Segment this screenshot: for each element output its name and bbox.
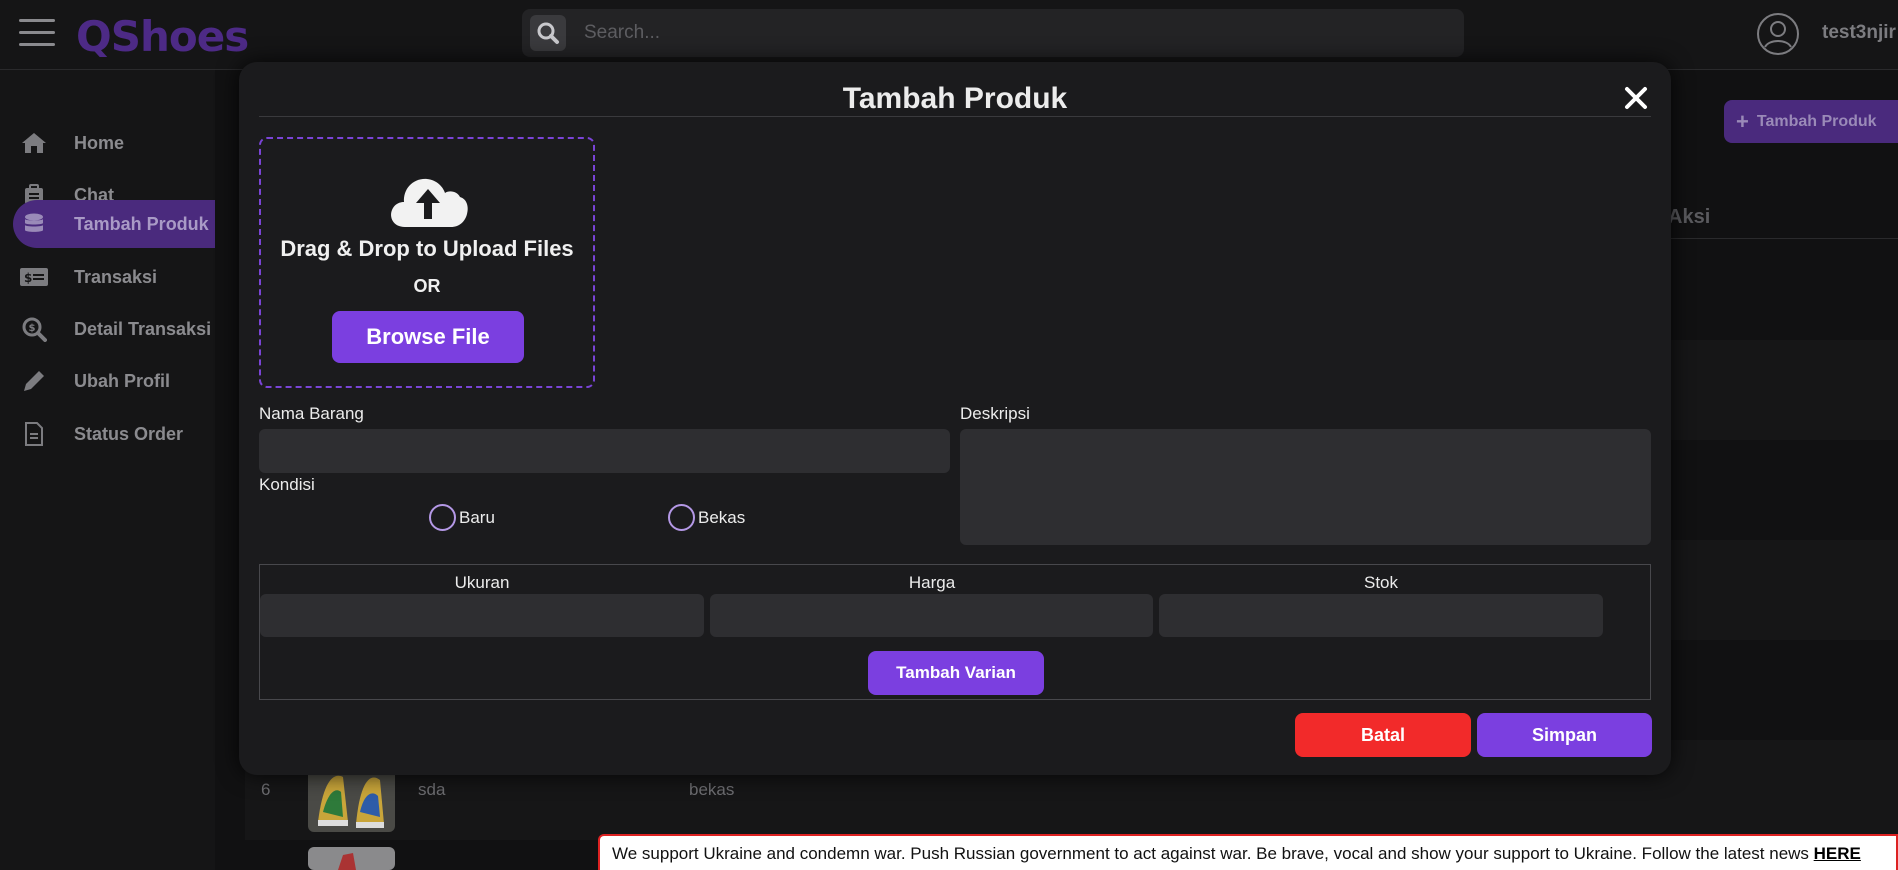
sidebar-item-ubah-profil[interactable]: Ubah Profil — [13, 357, 215, 405]
kondisi-baru-radio[interactable]: Baru — [429, 504, 495, 531]
row-product-name: sda — [418, 780, 446, 799]
column-header-aksi: Aksi — [1668, 206, 1711, 228]
background-add-product-button[interactable]: + Tambah Produk — [1724, 100, 1898, 143]
file-dropzone[interactable]: Drag & Drop to Upload Files OR Browse Fi… — [259, 137, 595, 388]
title-divider — [259, 116, 1651, 117]
tambah-varian-button[interactable]: Tambah Varian — [868, 651, 1044, 695]
kondisi-baru-label: Baru — [459, 507, 495, 527]
deskripsi-textarea[interactable] — [960, 429, 1651, 545]
sidebar: Home Chat Tambah Produk $ Transaksi $ De… — [0, 70, 215, 870]
database-icon — [19, 211, 49, 237]
modal-title: Tambah Produk — [842, 82, 1068, 115]
svg-text:$: $ — [24, 271, 32, 285]
sidebar-item-detail-transaksi[interactable]: $ Detail Transaksi — [13, 305, 215, 353]
stok-input[interactable] — [1159, 594, 1603, 637]
batal-button[interactable]: Batal — [1295, 713, 1471, 757]
sidebar-item-tambah-produk[interactable]: Tambah Produk — [13, 200, 215, 248]
stok-label: Stok — [1363, 573, 1399, 592]
sidebar-item-home[interactable]: Home — [13, 119, 215, 167]
radio-circle[interactable] — [668, 504, 695, 531]
dropzone-text: Drag & Drop to Upload Files — [280, 236, 574, 261]
app-logo[interactable]: QShoes — [76, 12, 249, 61]
harga-label: Harga — [908, 573, 956, 592]
sidebar-item-label: Transaksi — [74, 266, 158, 287]
simpan-button[interactable]: Simpan — [1477, 713, 1652, 757]
hamburger-menu-icon[interactable] — [19, 19, 55, 49]
close-icon[interactable] — [1623, 85, 1649, 111]
background-add-product-label: Tambah Produk — [1756, 112, 1877, 130]
home-icon — [19, 130, 49, 156]
add-product-modal: Tambah Produk Drag & Drop to Upload File… — [239, 62, 1671, 775]
nama-barang-input[interactable] — [259, 429, 950, 473]
radio-circle[interactable] — [429, 504, 456, 531]
dropzone-or: OR — [413, 276, 441, 296]
svg-text:$: $ — [29, 323, 36, 334]
ukuran-input[interactable] — [260, 594, 704, 637]
banner-text: We support Ukraine and condemn war. Push… — [612, 844, 1814, 863]
document-icon — [19, 421, 49, 447]
nama-barang-label: Nama Barang — [259, 404, 364, 423]
sidebar-item-label: Status Order — [74, 423, 184, 444]
user-avatar-icon[interactable] — [1756, 12, 1800, 56]
search-bar — [522, 9, 1464, 57]
deskripsi-label: Deskripsi — [960, 404, 1030, 423]
row-number: 6 — [261, 780, 271, 799]
banner-link[interactable]: HERE — [1814, 844, 1861, 863]
sidebar-item-label: Tambah Produk — [74, 213, 209, 234]
plus-icon: + — [1736, 108, 1749, 134]
search-input[interactable] — [584, 9, 1444, 57]
sidebar-item-status-order[interactable]: Status Order — [13, 410, 215, 458]
sidebar-item-label: Ubah Profil — [74, 370, 171, 391]
search-dollar-icon: $ — [19, 316, 49, 342]
browse-file-button[interactable]: Browse File — [332, 311, 524, 363]
pencil-icon — [19, 368, 49, 394]
money-bill-icon: $ — [19, 264, 49, 290]
ukraine-support-banner: We support Ukraine and condemn war. Push… — [598, 834, 1898, 870]
sidebar-item-label: Home — [74, 132, 125, 153]
cloud-upload-icon — [387, 169, 469, 229]
kondisi-bekas-radio[interactable]: Bekas — [668, 504, 745, 531]
sidebar-item-label: Detail Transaksi — [74, 318, 212, 339]
kondisi-bekas-label: Bekas — [698, 507, 746, 527]
kondisi-label: Kondisi — [259, 475, 315, 494]
row-condition: bekas — [689, 780, 735, 799]
top-bar: QShoes test3njir — [0, 0, 1898, 70]
sidebar-item-transaksi[interactable]: $ Transaksi — [13, 253, 215, 301]
product-thumbnail — [308, 847, 395, 870]
username[interactable]: test3njir — [1822, 22, 1896, 44]
variant-section: Ukuran Harga Stok Tambah Varian — [259, 564, 1651, 700]
harga-input[interactable] — [710, 594, 1153, 637]
ukuran-label: Ukuran — [454, 573, 510, 592]
search-icon[interactable] — [530, 15, 566, 51]
